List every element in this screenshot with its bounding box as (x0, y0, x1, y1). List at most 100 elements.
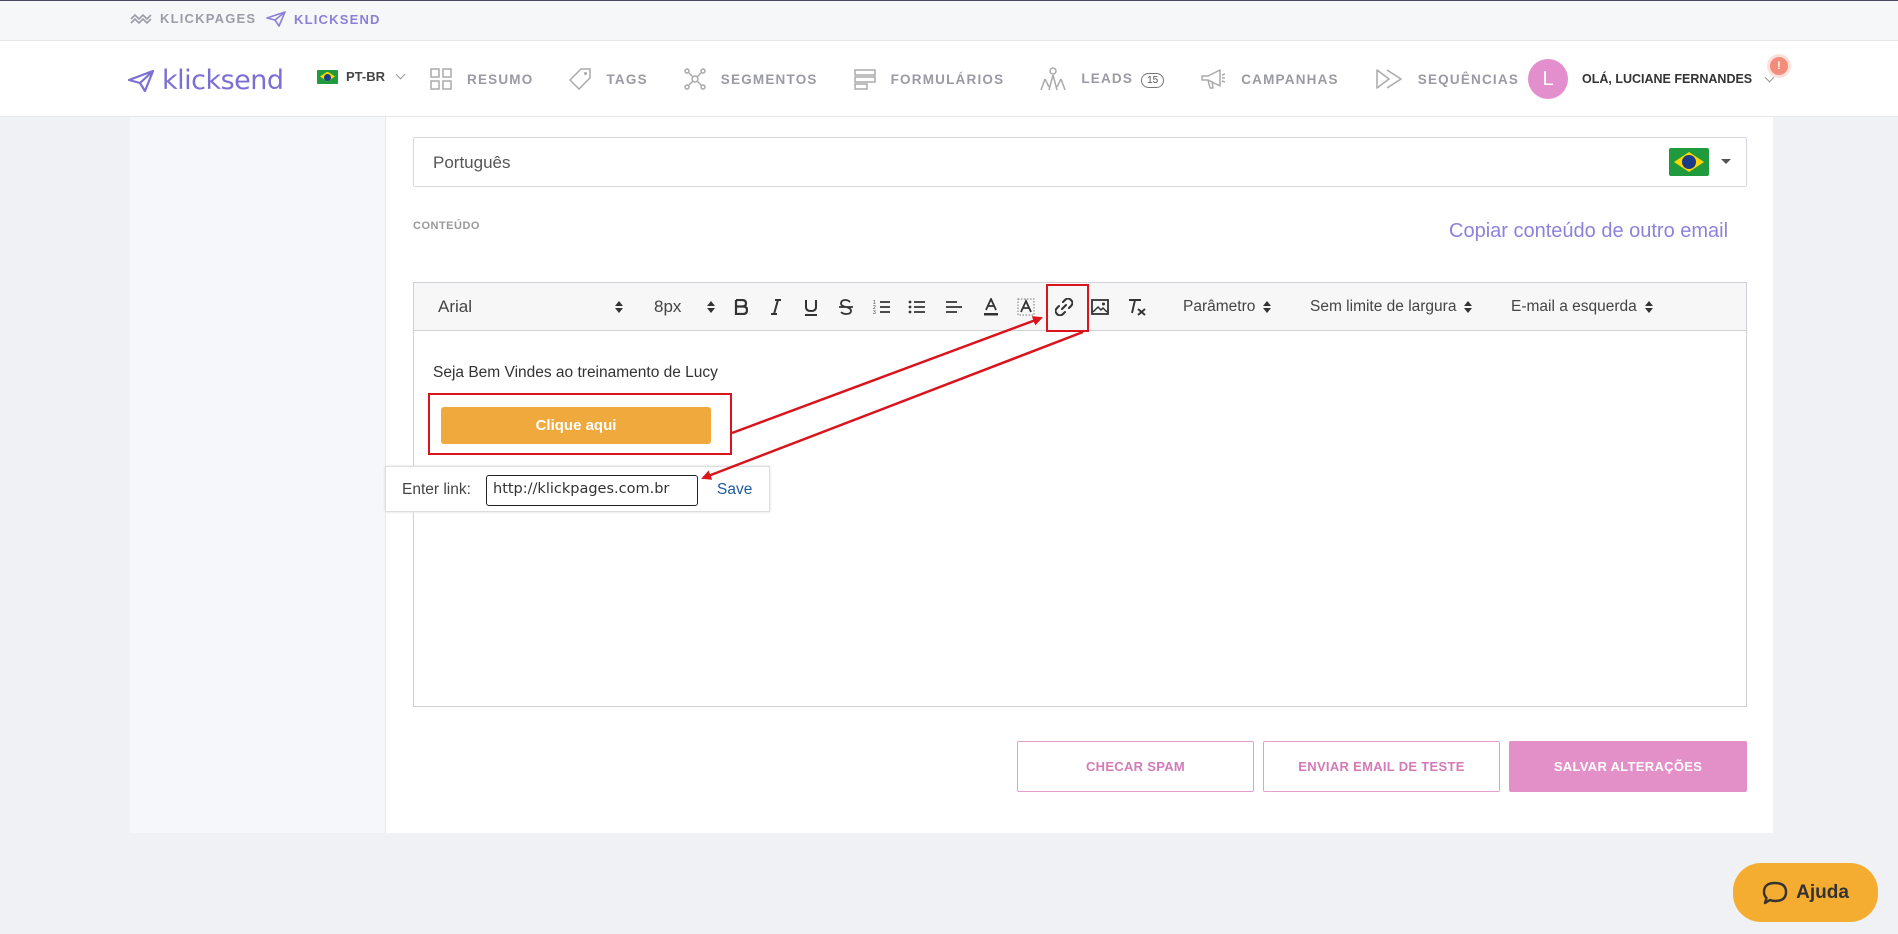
tag-icon (569, 68, 592, 90)
grid-icon (430, 68, 452, 90)
italic-icon (771, 299, 781, 315)
bullet-list-icon (908, 300, 925, 314)
language-label: PT-BR (346, 69, 385, 84)
avatar[interactable]: L (1528, 59, 1568, 99)
italic-button[interactable] (764, 283, 788, 331)
link-popup-label: Enter link: (402, 481, 471, 498)
chevron-down-icon (395, 69, 406, 80)
brazil-flag-icon (317, 69, 338, 84)
email-alignment-select[interactable]: E-mail a esquerda (1511, 283, 1653, 331)
font-family-select[interactable]: Arial (438, 283, 624, 331)
left-sidebar (130, 117, 386, 833)
nav-label: TAGS (606, 71, 648, 87)
language-select-value: Português (433, 153, 511, 172)
editor-body-text[interactable]: Seja Bem Vindes ao treinamento de Lucy (433, 364, 718, 382)
klickpages-label: KLICKPAGES (160, 11, 257, 26)
font-size-value: 8px (654, 297, 682, 316)
updown-icon (615, 301, 624, 313)
ordered-list-button[interactable]: 123 (870, 283, 894, 331)
sequence-icon (1376, 69, 1402, 89)
nav-item-segmentos[interactable]: SEGMENTOS (684, 63, 818, 95)
brazil-flag-icon (1669, 148, 1709, 176)
klicksend-link[interactable]: KLICKSEND (266, 11, 381, 27)
text-color-button[interactable] (979, 283, 1003, 331)
check-spam-button[interactable]: CHECAR SPAM (1017, 741, 1254, 792)
font-family-value: Arial (438, 297, 473, 316)
clear-format-button[interactable] (1125, 283, 1149, 331)
klickpages-link[interactable]: KLICKPAGES (130, 11, 256, 26)
nav-item-sequencias[interactable]: SEQUÊNCIAS (1375, 63, 1519, 95)
users-icon (1040, 67, 1067, 91)
save-changes-button[interactable]: SALVAR ALTERAÇÕES (1509, 741, 1747, 792)
updown-icon (1644, 301, 1653, 313)
bold-button[interactable] (729, 283, 753, 331)
send-test-email-button[interactable]: ENVIAR EMAIL DE TESTE (1263, 741, 1500, 792)
language-switcher[interactable]: PT-BR (317, 69, 406, 84)
annotation-box-cta (428, 393, 732, 455)
link-save-button[interactable]: Save (717, 481, 752, 499)
nav-item-tags[interactable]: TAGS (569, 63, 647, 95)
link-popup: Enter link: http://klickpages.com.br Sav… (385, 466, 770, 512)
user-greeting: OLÁ, LUCIANE FERNANDES (1582, 72, 1753, 86)
klicksend-logo[interactable]: klicksend (128, 65, 284, 96)
nav-label: SEGMENTOS (720, 71, 818, 87)
insert-image-button[interactable] (1088, 283, 1112, 331)
underline-button[interactable] (799, 283, 823, 331)
email-alignment-value: E-mail a esquerda (1511, 298, 1637, 315)
leads-count-badge: 15 (1141, 72, 1165, 88)
nav-item-leads[interactable]: LEADS 15 (1040, 63, 1165, 95)
notification-badge[interactable]: ! (1770, 57, 1788, 75)
paper-plane-icon (266, 11, 286, 27)
strikethrough-button[interactable] (834, 283, 858, 331)
bold-icon (734, 299, 748, 315)
caret-down-icon (1721, 159, 1731, 164)
section-label: CONTEÚDO (413, 220, 480, 232)
annotation-box-link-button (1046, 284, 1089, 332)
width-select[interactable]: Sem limite de largura (1310, 283, 1473, 331)
image-icon (1091, 299, 1109, 315)
background-color-button[interactable] (1014, 283, 1038, 331)
paper-plane-icon (128, 69, 154, 92)
updown-icon (1464, 301, 1473, 313)
link-url-input[interactable]: http://klickpages.com.br (486, 475, 698, 506)
help-button[interactable]: Ajuda (1733, 863, 1878, 922)
updown-icon (707, 301, 716, 313)
strikethrough-icon (839, 299, 853, 315)
svg-text:3: 3 (873, 310, 876, 315)
nav-label: CAMPANHAS (1241, 71, 1339, 87)
megaphone-icon (1201, 69, 1226, 89)
clear-format-icon (1129, 299, 1146, 316)
user-menu[interactable]: L OLÁ, LUCIANE FERNANDES (1528, 59, 1775, 99)
language-select[interactable]: Português (413, 137, 1747, 187)
nav-item-resumo[interactable]: RESUMO (430, 63, 533, 95)
underline-icon (805, 299, 817, 316)
nav-label: RESUMO (467, 71, 534, 87)
nav-item-formularios[interactable]: FORMULÁRIOS (853, 63, 1005, 95)
updown-icon (1263, 301, 1272, 313)
logo-text: klicksend (162, 65, 284, 96)
ordered-list-icon: 123 (873, 300, 890, 315)
product-switcher-bar: KLICKPAGES KLICKSEND (0, 0, 1898, 41)
help-label: Ajuda (1796, 881, 1849, 903)
nav-label: FORMULÁRIOS (890, 71, 1005, 87)
font-size-select[interactable]: 8px (654, 283, 716, 331)
chat-bubble-icon (1762, 881, 1788, 904)
align-button[interactable] (942, 283, 966, 331)
nav-menu: RESUMO TAGS SEGMENTOS FORMULÁRIOS LEADS 1… (430, 63, 1555, 95)
nav-label: LEADS 15 (1081, 70, 1165, 88)
copy-content-link[interactable]: Copiar conteúdo de outro email (1449, 220, 1728, 243)
highlight-icon (1017, 298, 1035, 316)
text-color-icon (984, 298, 998, 316)
klicksend-label: KLICKSEND (294, 11, 381, 27)
align-left-icon (946, 301, 962, 313)
network-icon (684, 68, 706, 90)
parameter-select-value: Parâmetro (1183, 298, 1256, 315)
width-select-value: Sem limite de largura (1310, 298, 1457, 315)
nav-label: SEQUÊNCIAS (1417, 71, 1520, 87)
main-navigation: klicksend PT-BR RESUMO TAGS SEGMENTOS FO… (0, 41, 1898, 117)
bullet-list-button[interactable] (905, 283, 929, 331)
leads-label: LEADS (1081, 70, 1134, 86)
nav-item-campanhas[interactable]: CAMPANHAS (1200, 63, 1339, 95)
parameter-select[interactable]: Parâmetro (1183, 283, 1272, 331)
form-icon (853, 69, 876, 90)
